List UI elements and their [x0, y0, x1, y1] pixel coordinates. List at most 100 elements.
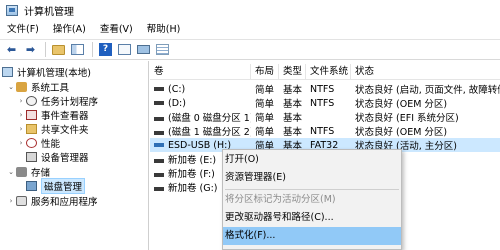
type-cell: 基本: [283, 127, 303, 138]
status-cell: 状态良好 (OEM 分区): [355, 99, 448, 110]
column-header-layout[interactable]: 布局: [251, 64, 279, 80]
column-header-status[interactable]: 状态: [351, 64, 500, 80]
tree-item-label: 系统工具: [31, 82, 70, 94]
connect-button[interactable]: [135, 41, 152, 58]
menu-file[interactable]: 文件(F): [0, 20, 46, 39]
event-viewer-icon: [26, 109, 37, 120]
filesystem-cell: NTFS: [310, 125, 335, 137]
filesystem-cell: NTFS: [310, 83, 335, 95]
layout-cell: 简单: [255, 127, 275, 138]
usb-volume-icon: [154, 143, 164, 147]
volume-name: (磁盘 1 磁盘分区 2): [168, 127, 251, 138]
forward-arrow-icon[interactable]: ➡: [22, 41, 39, 58]
chevron-right-icon[interactable]: ›: [6, 197, 16, 205]
filesystem-cell: NTFS: [310, 97, 335, 109]
volume-icon: [154, 87, 164, 91]
context-menu-explorer[interactable]: 资源管理器(E): [223, 169, 401, 187]
tree-item-storage[interactable]: ⌄ 存储: [6, 165, 51, 179]
list-button[interactable]: [154, 41, 171, 58]
volume-name: 新加卷 (E:): [168, 155, 217, 166]
tree-item-label: 存储: [31, 167, 51, 179]
table-row[interactable]: (C:) 简单 基本 NTFS 状态良好 (启动, 页面文件, 故障转储: [150, 82, 500, 96]
layout-cell: 简单: [255, 85, 275, 96]
chevron-right-icon[interactable]: ›: [16, 139, 26, 147]
tree-item-event-viewer[interactable]: › 事件查看器: [16, 108, 89, 122]
tree-item-system-tools[interactable]: ⌄ 系统工具: [6, 80, 70, 94]
column-header-filesystem[interactable]: 文件系统: [306, 64, 351, 80]
menu-action[interactable]: 操作(A): [46, 20, 93, 39]
volume-name: (D:): [168, 97, 186, 109]
show-hide-tree-button[interactable]: [69, 41, 86, 58]
tree-item-task-scheduler[interactable]: › 任务计划程序: [16, 94, 99, 108]
context-menu: 打开(O) 资源管理器(E) 将分区标记为活动分区(M) 更改驱动器号和路径(C…: [222, 149, 402, 250]
table-row[interactable]: (磁盘 1 磁盘分区 2) 简单 基本 NTFS 状态良好 (OEM 分区): [150, 124, 500, 138]
chevron-down-icon[interactable]: ⌄: [6, 168, 16, 176]
type-cell: 基本: [283, 85, 303, 96]
tree-item-shared-folders[interactable]: › 共享文件夹: [16, 122, 89, 136]
tree-item-label: 事件查看器: [41, 110, 89, 122]
computer-icon: [2, 66, 13, 77]
context-menu-mark-active: 将分区标记为活动分区(M): [225, 194, 336, 205]
volume-name: 新加卷 (F:): [168, 169, 215, 180]
context-menu-open[interactable]: 打开(O): [223, 151, 401, 169]
menu-separator: [225, 189, 399, 190]
up-folder-icon: [52, 44, 65, 55]
volume-name: 新加卷 (G:): [168, 183, 218, 194]
device-manager-icon: [26, 151, 37, 162]
tools-icon: [16, 81, 27, 92]
properties-button[interactable]: [116, 41, 133, 58]
volume-icon: [154, 130, 164, 135]
menu-view[interactable]: 查看(V): [93, 20, 140, 39]
status-cell: 状态良好 (OEM 分区): [355, 127, 448, 138]
back-arrow-icon[interactable]: ⬅: [3, 41, 20, 58]
chevron-right-icon[interactable]: ›: [16, 125, 26, 133]
performance-icon: [26, 137, 37, 148]
services-icon: [16, 195, 27, 206]
column-header-type[interactable]: 类型: [279, 64, 306, 80]
tree-item-label: 性能: [41, 138, 61, 150]
help-button[interactable]: ?: [97, 41, 114, 58]
layout-cell: 简单: [255, 113, 275, 124]
connect-icon: [137, 45, 150, 54]
context-menu-change-drive-letter[interactable]: 更改驱动器号和路径(C)...: [223, 209, 401, 227]
type-cell: 基本: [283, 99, 303, 110]
tree-item-disk-management[interactable]: 磁盘管理: [26, 177, 86, 194]
tree-item-label: 服务和应用程序: [31, 196, 98, 208]
volume-icon: [154, 116, 164, 121]
show-hide-tree-icon: [71, 44, 84, 55]
volume-name: (C:): [168, 83, 186, 95]
storage-icon: [16, 166, 27, 177]
tree-item-label: 计算机管理(本地): [17, 67, 91, 79]
type-cell: 基本: [283, 113, 303, 124]
tree-item-label: 任务计划程序: [41, 96, 99, 108]
help-icon: ?: [99, 43, 112, 56]
disk-icon: [26, 180, 37, 191]
volume-icon: [154, 172, 164, 177]
toolbar-separator: [92, 42, 93, 57]
chevron-down-icon[interactable]: ⌄: [6, 83, 16, 91]
context-menu-format[interactable]: 格式化(F)...: [223, 227, 401, 245]
tree-item-label: 设备管理器: [41, 152, 89, 164]
list-header: 卷 布局 类型 文件系统 状态: [150, 64, 500, 80]
tree-item-performance[interactable]: › 性能: [16, 136, 61, 150]
chevron-right-icon[interactable]: ›: [16, 111, 26, 119]
menu-help[interactable]: 帮助(H): [140, 20, 188, 39]
status-cell: 状态良好 (EFI 系统分区): [355, 113, 459, 124]
window-title: 计算机管理: [24, 6, 74, 18]
tree-item-services-applications[interactable]: › 服务和应用程序: [6, 194, 98, 208]
volume-name: (磁盘 0 磁盘分区 1): [168, 113, 251, 124]
chevron-right-icon[interactable]: ›: [16, 97, 26, 105]
status-cell: 状态良好 (启动, 页面文件, 故障转储: [355, 85, 500, 96]
tree-item-device-manager[interactable]: 设备管理器: [26, 150, 89, 164]
navigation-tree: 计算机管理(本地) ⌄ 系统工具 › 任务计划程序 › 事件查看器 › 共享文件…: [0, 61, 149, 250]
tree-item-computer-management[interactable]: 计算机管理(本地): [2, 65, 91, 79]
volume-icon: [154, 186, 164, 191]
column-header-volume[interactable]: 卷: [150, 64, 251, 80]
toolbar-separator: [45, 42, 46, 57]
table-row[interactable]: (磁盘 0 磁盘分区 1) 简单 基本 状态良好 (EFI 系统分区): [150, 110, 500, 124]
computer-management-icon: [6, 4, 18, 16]
toolbar: ⬅ ➡ ?: [0, 39, 500, 60]
list-icon: [156, 44, 169, 55]
up-folder-button[interactable]: [50, 41, 67, 58]
table-row[interactable]: (D:) 简单 基本 NTFS 状态良好 (OEM 分区): [150, 96, 500, 110]
